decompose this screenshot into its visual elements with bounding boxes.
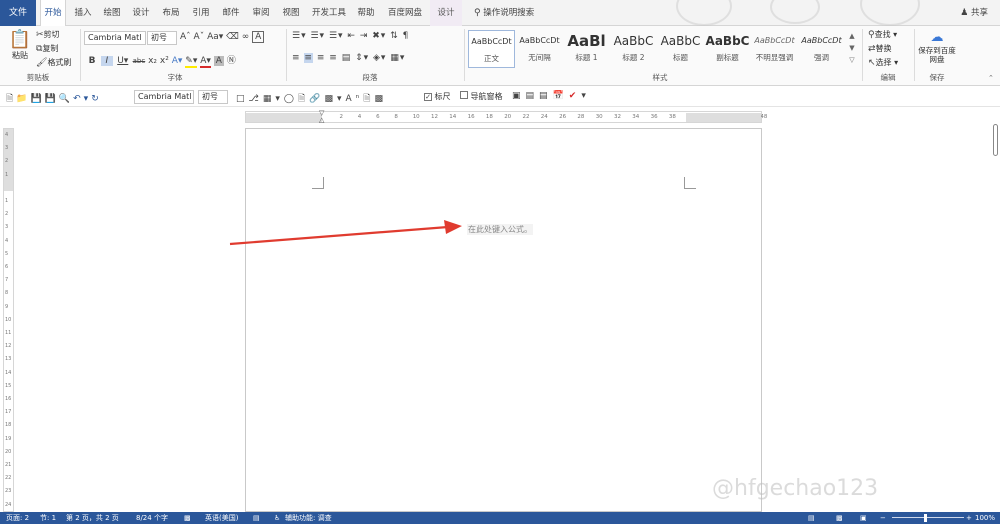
annotation-arrow (229, 220, 462, 246)
zoom-out-icon[interactable]: − (880, 512, 886, 524)
macro-icon[interactable]: ▤ (253, 512, 260, 524)
status-section[interactable]: 节: 1 (40, 512, 56, 524)
zoom-level[interactable]: 100% (975, 512, 995, 524)
status-pages[interactable]: 第 2 页，共 2 页 (66, 512, 119, 524)
watermark: @hfgechao123 (712, 476, 879, 501)
status-accessibility[interactable]: 辅助功能: 调查 (285, 512, 332, 524)
status-bar: 页面: 2 节: 1 第 2 页，共 2 页 8/24 个字 ▩ 英语(美国) … (0, 512, 1000, 524)
read-mode-icon[interactable]: ▤ (808, 512, 815, 524)
proofing-icon[interactable]: ▩ (184, 512, 191, 524)
status-language[interactable]: 英语(美国) (205, 512, 238, 524)
accessibility-icon[interactable]: ♿ (274, 512, 280, 524)
zoom-in-icon[interactable]: + (966, 512, 972, 524)
zoom-slider-thumb[interactable] (924, 514, 927, 522)
status-page[interactable]: 页面: 2 (6, 512, 29, 524)
vertical-scrollbar-thumb[interactable] (993, 124, 998, 156)
web-layout-icon[interactable]: ▣ (860, 512, 867, 524)
status-words[interactable]: 8/24 个字 (136, 512, 168, 524)
zoom-slider[interactable] (892, 517, 964, 518)
print-layout-icon[interactable]: ▩ (836, 512, 843, 524)
